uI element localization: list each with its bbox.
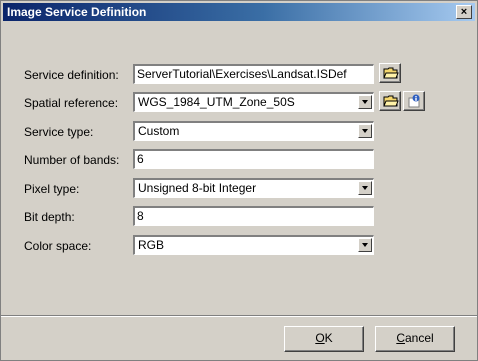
folder-open-icon (383, 67, 399, 79)
properties-info-icon (408, 94, 420, 108)
chevron-down-icon[interactable] (358, 238, 372, 252)
ok-mnemonic: O (315, 331, 325, 345)
title-bar[interactable]: Image Service Definition × (3, 3, 475, 21)
browse-spatial-reference-button[interactable] (379, 91, 401, 111)
spatial-reference-dropdown[interactable]: WGS_1984_UTM_Zone_50S (133, 92, 374, 112)
bit-depth-label: Bit depth: (24, 210, 75, 224)
pixel-type-dropdown[interactable]: Unsigned 8-bit Integer (133, 178, 374, 198)
service-definition-field[interactable]: ServerTutorial\Exercises\Landsat.ISDef (133, 64, 374, 84)
cancel-button[interactable]: Cancel (375, 326, 455, 352)
color-space-dropdown[interactable]: RGB (133, 235, 374, 255)
service-type-dropdown[interactable]: Custom (133, 121, 374, 141)
browse-service-definition-button[interactable] (379, 63, 401, 83)
service-definition-label: Service definition: (24, 68, 119, 82)
chevron-down-icon[interactable] (358, 181, 372, 195)
color-space-label: Color space: (24, 239, 92, 253)
ok-button[interactable]: OK (284, 326, 364, 352)
pixel-type-label: Pixel type: (24, 182, 80, 196)
spatial-reference-label: Spatial reference: (24, 96, 119, 110)
pixel-type-value: Unsigned 8-bit Integer (138, 181, 257, 195)
cancel-mnemonic: C (396, 331, 405, 345)
cancel-label-rest: ancel (404, 331, 434, 345)
color-space-value: RGB (138, 238, 165, 252)
chevron-down-icon[interactable] (358, 124, 372, 138)
number-of-bands-label: Number of bands: (24, 153, 120, 167)
folder-open-icon (383, 95, 399, 107)
ok-label-rest: K (324, 331, 333, 345)
service-type-label: Service type: (24, 125, 94, 139)
image-service-definition-dialog: Image Service Definition × Service defin… (0, 0, 478, 361)
number-of-bands-field[interactable]: 6 (133, 149, 374, 169)
bit-depth-field[interactable]: 8 (133, 206, 374, 226)
close-button[interactable]: × (456, 5, 472, 19)
service-type-value: Custom (138, 124, 180, 138)
separator-line (1, 315, 477, 317)
window-title: Image Service Definition (7, 5, 147, 19)
spatial-reference-properties-button[interactable] (403, 91, 425, 111)
chevron-down-icon[interactable] (358, 95, 372, 109)
spatial-reference-value: WGS_1984_UTM_Zone_50S (138, 95, 295, 109)
